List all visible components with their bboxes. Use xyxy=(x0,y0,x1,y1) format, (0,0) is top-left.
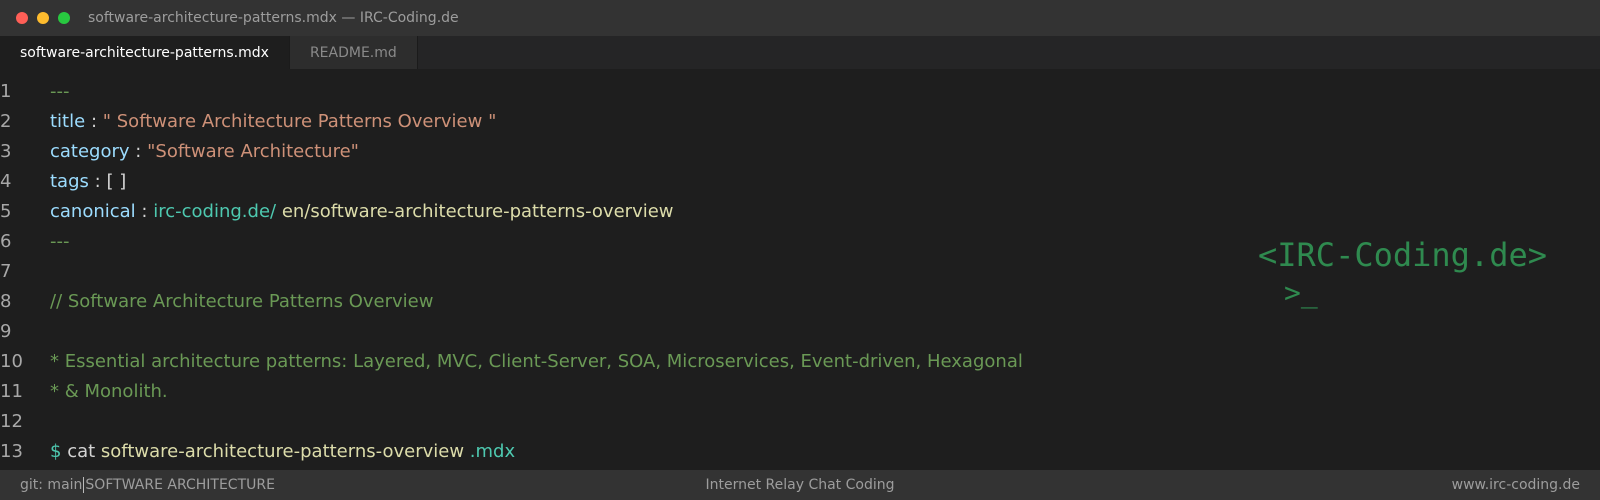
line-number: 13 xyxy=(0,441,23,462)
code-comment: * & Monolith. xyxy=(50,381,168,402)
colon: : xyxy=(135,141,142,162)
line-number: 6 xyxy=(0,231,12,252)
file-extension: .mdx xyxy=(469,441,516,462)
maximize-dot-icon[interactable] xyxy=(58,12,70,24)
line-number: 4 xyxy=(0,171,12,192)
colon: : xyxy=(90,111,98,132)
window-title: software-architecture-patterns.mdx — IRC… xyxy=(88,10,459,26)
frontmatter-value: " Software Architecture Patterns Overvie… xyxy=(102,111,497,132)
line-number: 12 xyxy=(0,411,23,432)
status-center: Internet Relay Chat Coding xyxy=(705,477,895,493)
colon: : xyxy=(141,201,148,222)
canonical-domain: irc-coding.de/ xyxy=(153,201,277,222)
line-number: 8 xyxy=(0,291,12,312)
close-dot-icon[interactable] xyxy=(16,12,28,24)
tab-software-architecture-patterns[interactable]: software-architecture-patterns.mdx xyxy=(0,36,290,69)
frontmatter-delimiter: --- xyxy=(50,81,70,102)
shell-command: cat xyxy=(67,441,96,462)
tab-readme[interactable]: README.md xyxy=(289,36,418,69)
status-website: www.irc-coding.de xyxy=(1451,477,1580,493)
title-bar: software-architecture-patterns.mdx — IRC… xyxy=(0,0,1600,36)
minimize-dot-icon[interactable] xyxy=(37,12,49,24)
line-number: 11 xyxy=(0,381,23,402)
frontmatter-key: canonical xyxy=(50,201,136,222)
shell-prompt: $ xyxy=(50,441,62,462)
frontmatter-key: title xyxy=(50,111,86,132)
line-number: 3 xyxy=(0,141,12,162)
line-number: 9 xyxy=(0,321,12,342)
tab-bar: software-architecture-patterns.mdx READM… xyxy=(0,36,1600,69)
code-comment: // Software Architecture Patterns Overvi… xyxy=(50,291,434,312)
irc-coding-logo: <IRC-Coding.de> xyxy=(1258,236,1547,274)
line-number: 7 xyxy=(0,261,12,282)
status-bar: git: main SOFTWARE ARCHITECTURE Internet … xyxy=(0,470,1600,500)
code-comment: * Essential architecture patterns: Layer… xyxy=(50,351,1023,372)
frontmatter-value: "Software Architecture" xyxy=(147,141,359,162)
canonical-path: en/software-architecture-patterns-overvi… xyxy=(281,201,674,222)
frontmatter-delimiter: --- xyxy=(50,231,70,252)
editor-window: software-architecture-patterns.mdx — IRC… xyxy=(0,0,1600,500)
window-controls xyxy=(16,12,70,24)
file-name: software-architecture-patterns-overview xyxy=(100,441,465,462)
line-number: 5 xyxy=(0,201,12,222)
line-number: 2 xyxy=(0,111,12,132)
colon: : xyxy=(94,171,101,192)
line-number: 1 xyxy=(0,81,12,102)
frontmatter-value: [ ] xyxy=(106,171,127,192)
line-number: 10 xyxy=(0,351,23,372)
terminal-prompt-icon: >_ xyxy=(1284,276,1318,309)
frontmatter-key: tags xyxy=(50,171,89,192)
frontmatter-key: category xyxy=(50,141,130,162)
